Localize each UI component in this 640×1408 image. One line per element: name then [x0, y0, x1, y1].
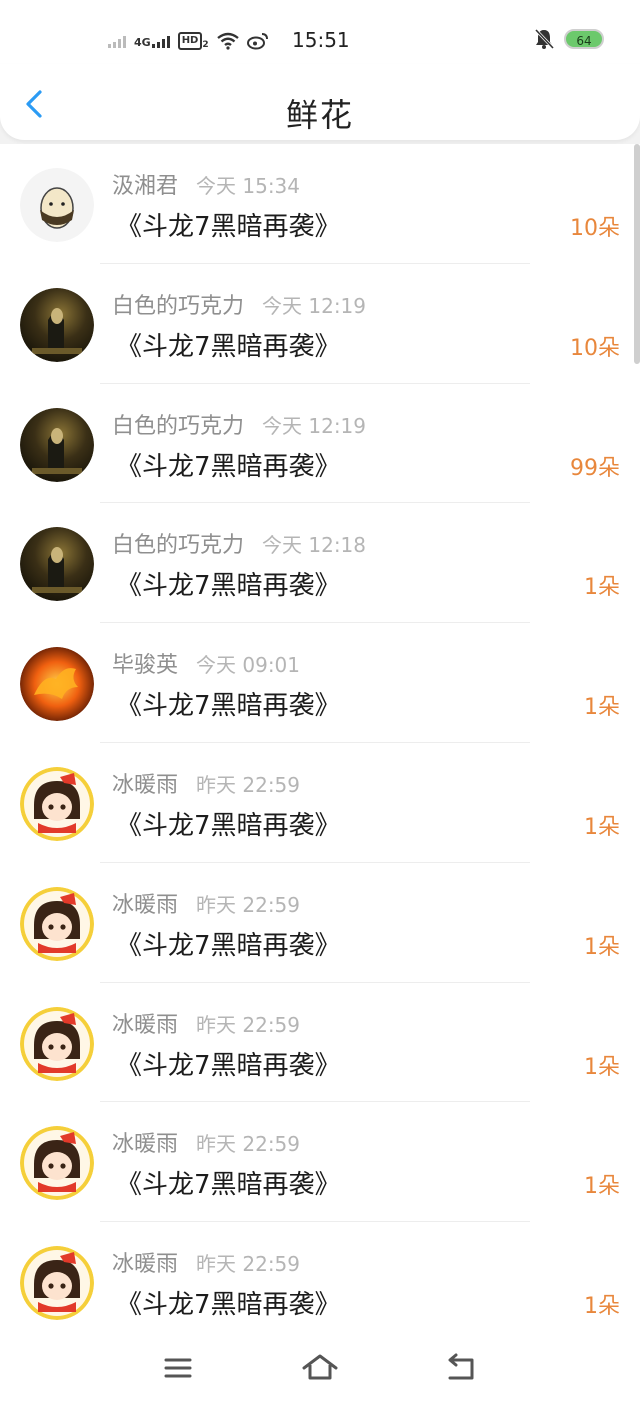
sent-time: 昨天 22:59	[196, 1252, 301, 1277]
flower-count: 1朵	[584, 695, 620, 721]
work-title[interactable]: 《斗龙7黑暗再袭》	[116, 685, 341, 722]
hd-sub-label: 2	[202, 40, 209, 50]
sender-name[interactable]: 冰暖雨	[112, 767, 178, 799]
list-item[interactable]: 汲湘君 今天 15:34 《斗龙7黑暗再袭》 10朵	[0, 144, 640, 264]
network-label: 4G	[134, 36, 151, 49]
name-row: 白色的巧克力 今天 12:19	[112, 288, 366, 320]
home-icon[interactable]	[300, 1352, 340, 1384]
sender-name[interactable]: 冰暖雨	[112, 887, 178, 919]
list-item[interactable]: 白色的巧克力 今天 12:19 《斗龙7黑暗再袭》 10朵	[0, 264, 640, 384]
sender-name[interactable]: 冰暖雨	[112, 1007, 178, 1039]
hd-icon: HD 2	[177, 32, 209, 50]
hd-label: HD	[177, 32, 203, 50]
sender-name[interactable]: 白色的巧克力	[112, 408, 244, 440]
avatar[interactable]	[20, 766, 94, 841]
flower-count: 99朵	[570, 455, 620, 481]
sender-name[interactable]: 白色的巧克力	[112, 288, 244, 320]
sender-name[interactable]: 白色的巧克力	[112, 527, 244, 559]
flower-list[interactable]: 汲湘君 今天 15:34 《斗龙7黑暗再袭》 10朵 白色的巧克力 今天 12:19 《斗龙…	[0, 144, 640, 1330]
flower-count: 1朵	[584, 1294, 620, 1320]
avatar[interactable]	[20, 287, 94, 362]
back-arrow-icon[interactable]	[442, 1352, 482, 1384]
name-row: 冰暖雨 昨天 22:59	[112, 1246, 300, 1278]
status-right-icons: 64	[534, 28, 604, 50]
flower-count: 10朵	[570, 216, 620, 241]
status-left-icons: 4G HD 2	[108, 28, 269, 54]
list-item[interactable]: 白色的巧克力 今天 12:18 《斗龙7黑暗再袭》 1朵	[0, 503, 640, 624]
avatar[interactable]	[20, 407, 94, 482]
name-row: 白色的巧克力 今天 12:19	[112, 408, 366, 440]
sent-time: 昨天 22:59	[196, 772, 301, 797]
avatar[interactable]	[20, 1006, 94, 1081]
sent-time: 今天 12:19	[262, 293, 367, 318]
sent-time: 昨天 22:59	[196, 892, 301, 917]
status-time: 15:51	[292, 28, 350, 52]
work-title[interactable]: 《斗龙7黑暗再袭》	[116, 925, 341, 962]
work-title[interactable]: 《斗龙7黑暗再袭》	[116, 446, 341, 483]
signal-strength-icon	[108, 34, 126, 48]
flower-count: 1朵	[584, 934, 620, 960]
list-item[interactable]: 冰暖雨 昨天 22:59 《斗龙7黑暗再袭》 1朵	[0, 1102, 640, 1223]
page-header: 鲜花	[0, 64, 640, 140]
work-title[interactable]: 《斗龙7黑暗再袭》	[116, 805, 341, 842]
avatar[interactable]	[20, 647, 94, 722]
page-title: 鲜花	[285, 96, 354, 134]
avatar[interactable]	[20, 1126, 94, 1201]
avatar[interactable]	[20, 1246, 94, 1321]
flower-count: 1朵	[584, 814, 620, 840]
list-item[interactable]: 冰暖雨 昨天 22:59 《斗龙7黑暗再袭》 1朵	[0, 983, 640, 1103]
avatar[interactable]	[20, 168, 94, 242]
battery-indicator: 64	[564, 29, 604, 49]
flower-count: 10朵	[570, 335, 620, 361]
name-row: 冰暖雨 昨天 22:59	[112, 887, 300, 919]
list-item[interactable]: 毕骏英 今天 09:01 《斗龙7黑暗再袭》 1朵	[0, 623, 640, 743]
list-item[interactable]: 白色的巧克力 今天 12:19 《斗龙7黑暗再袭》 99朵	[0, 384, 640, 504]
scrollbar[interactable]	[634, 144, 640, 364]
sent-time: 今天 12:19	[262, 413, 367, 438]
avatar[interactable]	[20, 527, 94, 602]
list-item[interactable]: 冰暖雨 昨天 22:59 《斗龙7黑暗再袭》 1朵	[0, 743, 640, 863]
flower-count: 1朵	[584, 575, 620, 601]
work-title[interactable]: 《斗龙7黑暗再袭》	[116, 1284, 341, 1321]
work-title[interactable]: 《斗龙7黑暗再袭》	[116, 1045, 341, 1082]
sender-name[interactable]: 汲湘君	[112, 168, 178, 200]
menu-icon[interactable]	[158, 1352, 198, 1384]
sender-name[interactable]: 冰暖雨	[112, 1126, 178, 1158]
sent-time: 今天 09:01	[196, 653, 301, 678]
avatar[interactable]	[20, 886, 94, 961]
list-item[interactable]: 冰暖雨 昨天 22:59 《斗龙7黑暗再袭》 1朵	[0, 1222, 640, 1330]
name-row: 白色的巧克力 今天 12:18	[112, 527, 366, 559]
sent-time: 今天 15:34	[196, 174, 301, 198]
sender-name[interactable]: 冰暖雨	[112, 1246, 178, 1278]
name-row: 冰暖雨 昨天 22:59	[112, 767, 300, 799]
sent-time: 今天 12:18	[262, 533, 367, 558]
work-title[interactable]: 《斗龙7黑暗再袭》	[116, 565, 341, 602]
bell-muted-icon	[534, 28, 554, 50]
sender-name[interactable]: 毕骏英	[112, 647, 178, 679]
wifi-icon	[216, 32, 239, 50]
work-title[interactable]: 《斗龙7黑暗再袭》	[116, 326, 341, 363]
name-row: 冰暖雨 昨天 22:59	[112, 1007, 300, 1039]
name-row: 冰暖雨 昨天 22:59	[112, 1126, 300, 1158]
sent-time: 昨天 22:59	[196, 1132, 301, 1157]
weibo-icon	[246, 33, 268, 50]
work-title[interactable]: 《斗龙7黑暗再袭》	[116, 1164, 341, 1201]
name-row: 汲湘君 今天 15:34	[112, 168, 300, 200]
flower-count: 1朵	[584, 1174, 620, 1200]
sent-time: 昨天 22:59	[196, 1012, 301, 1037]
work-title[interactable]: 《斗龙7黑暗再袭》	[116, 206, 341, 243]
list-item[interactable]: 冰暖雨 昨天 22:59 《斗龙7黑暗再袭》 1朵	[0, 863, 640, 983]
network-4g-icon: 4G	[134, 34, 170, 48]
flower-count: 1朵	[584, 1054, 620, 1080]
system-nav-bar	[0, 1330, 640, 1408]
name-row: 毕骏英 今天 09:01	[112, 647, 300, 679]
